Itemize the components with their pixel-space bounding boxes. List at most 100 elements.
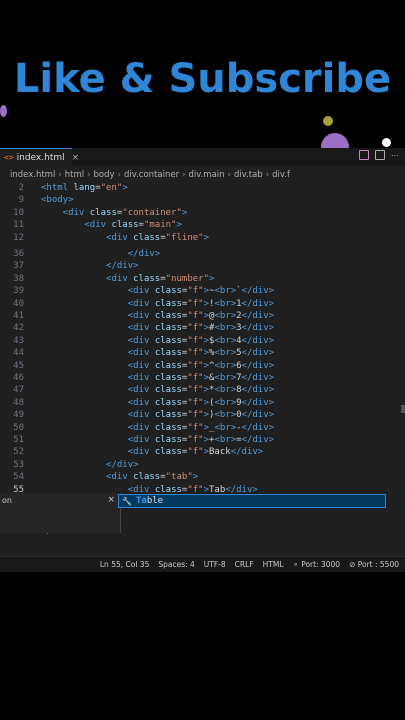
line-number: 42: [13, 323, 24, 334]
status-port2[interactable]: ⊘ Port : 5500: [349, 560, 399, 569]
line-number: 39: [13, 286, 24, 297]
code-line[interactable]: 12 <div class="fline">: [0, 232, 405, 244]
code-line[interactable]: 39 <div class="f">~<br>`</div>: [0, 285, 405, 297]
code-line[interactable]: 38 <div class="number">: [0, 273, 405, 285]
decor-dot-olive: [323, 116, 333, 126]
line-number: 46: [13, 373, 24, 383]
status-port[interactable]: ⚬ Port: 3000: [293, 560, 341, 569]
line-number: 45: [13, 360, 24, 371]
breadcrumb-separator-icon: ›: [182, 170, 186, 180]
code-text: <div class="fline">: [106, 232, 209, 243]
breadcrumb-item[interactable]: html: [65, 170, 84, 180]
line-number: 53: [13, 459, 24, 470]
code-text: <div class="container">: [62, 207, 188, 218]
status-language[interactable]: HTML: [263, 560, 284, 569]
code-text: <div class="f">Back</div>: [127, 447, 264, 458]
code-text: <div class="tab">: [106, 472, 199, 483]
breadcrumb-separator-icon: ›: [87, 170, 91, 180]
code-line[interactable]: 51 <div class="f">+<br>=</div>: [0, 434, 405, 446]
status-eol[interactable]: CRLF: [235, 560, 254, 569]
line-number: 10: [13, 207, 24, 218]
breadcrumb-separator-icon: ›: [265, 170, 270, 180]
status-spaces[interactable]: Spaces: 4: [158, 560, 194, 569]
line-number: 54: [13, 472, 24, 483]
overlay-title: Like & Subscribe: [13, 56, 392, 102]
status-encoding[interactable]: UTF-8: [204, 560, 226, 569]
scrollbar-thumb[interactable]: [401, 405, 405, 413]
line-number: 11: [13, 220, 24, 231]
code-line[interactable]: 54 <div class="tab">: [0, 471, 405, 483]
code-line[interactable]: 9 <body>: [0, 194, 405, 206]
status-position[interactable]: Ln 55, Col 35: [100, 560, 149, 569]
editor-actions: …: [359, 150, 401, 160]
code-line[interactable]: 42 <div class="f">#<br>3</div>: [0, 322, 405, 334]
code-line[interactable]: 53 </div>: [0, 459, 405, 471]
line-number: 2: [18, 183, 24, 193]
line-number: 38: [13, 273, 24, 284]
decor-dot-small: [0, 105, 7, 117]
code-icon: <>: [4, 153, 14, 162]
completion-match: Ta: [135, 496, 147, 506]
breadcrumb-item[interactable]: body: [94, 170, 115, 180]
breadcrumb-item[interactable]: index.html: [10, 170, 55, 180]
line-number: 40: [13, 298, 24, 309]
suggest-text: on: [2, 496, 12, 505]
wrench-icon: 🔧: [122, 496, 132, 506]
code-editor-window: <> index.html × … index.html › html › body › d…: [0, 148, 405, 572]
code-text: <div class="f">_<br>-</div>: [127, 422, 275, 433]
line-number: 52: [13, 447, 24, 458]
code-line[interactable]: 52 <div class="f">Back</div>: [0, 446, 405, 458]
code-line[interactable]: 40 <div class="f">!<br>1</div>: [0, 298, 405, 310]
tab-index-html[interactable]: <> index.html ×: [0, 148, 79, 166]
code-text: <div class="main">: [84, 220, 182, 231]
code-line[interactable]: 43 <div class="f">$<br>4</div>: [0, 335, 405, 347]
breadcrumb-separator-icon: ›: [117, 170, 121, 180]
code-line[interactable]: 46 <div class="f">&<br>7</div>: [0, 372, 405, 384]
code-line[interactable]: 36 </div>: [0, 248, 405, 260]
line-number: 48: [13, 397, 24, 408]
code-line[interactable]: 2 <html lang="en">: [0, 182, 405, 194]
breadcrumb-item[interactable]: div.main: [188, 170, 224, 180]
breadcrumb-separator-icon: ›: [227, 170, 231, 180]
no-entry-icon: ⊘: [349, 560, 356, 569]
tab-bar: <> index.html × …: [0, 148, 405, 166]
decor-dot-white: [382, 138, 391, 147]
close-icon[interactable]: ×: [72, 153, 80, 163]
line-number: 9: [18, 195, 24, 206]
code-text: <div class="f">)<br>0</div>: [127, 410, 275, 421]
code-text: <div class="f">*<br>8</div>: [127, 385, 275, 396]
more-icon[interactable]: …: [391, 150, 401, 160]
line-number: 43: [13, 335, 24, 346]
breadcrumb: index.html › html › body › div.container › div.m…: [0, 168, 405, 182]
code-line[interactable]: 11 <div class="main">: [0, 219, 405, 231]
breadcrumb-item[interactable]: div.tab: [234, 170, 263, 180]
code-line[interactable]: 49 <div class="f">)<br>0</div>: [0, 409, 405, 421]
code-text: <div class="f">(<br>9</div>: [127, 397, 275, 408]
close-icon[interactable]: ×: [107, 495, 115, 505]
code-line[interactable]: 37 </div>: [0, 260, 405, 272]
line-number: 44: [13, 348, 24, 359]
code-text: <div class="f">!<br>1</div>: [127, 298, 275, 309]
code-text: <div class="f">%<br>5</div>: [127, 348, 275, 359]
code-line[interactable]: 44 <div class="f">%<br>5</div>: [0, 347, 405, 359]
line-number: 47: [13, 385, 24, 396]
line-number: 36: [13, 249, 24, 259]
code-line[interactable]: 48 <div class="f">(<br>9</div>: [0, 397, 405, 409]
line-number: 51: [13, 435, 24, 445]
layout-icon[interactable]: [375, 150, 385, 160]
tab-label: index.html: [16, 152, 65, 163]
split-editor-icon[interactable]: [359, 150, 369, 160]
code-line[interactable]: 47 <div class="f">*<br>8</div>: [0, 384, 405, 396]
breadcrumb-item[interactable]: div.container: [124, 170, 179, 180]
code-line[interactable]: 10 <div class="container">: [0, 207, 405, 219]
code-line[interactable]: 50 <div class="f">_<br>-</div>: [0, 422, 405, 434]
code-text: <div class="f">^<br>6</div>: [127, 360, 275, 371]
breadcrumb-separator-icon: ›: [58, 170, 62, 180]
line-number: 49: [13, 410, 24, 421]
completion-rest: ble: [146, 496, 164, 506]
code-line[interactable]: 41 <div class="f">@<br>2</div>: [0, 310, 405, 322]
completion-item-table[interactable]: 🔧 Table: [118, 494, 386, 508]
breadcrumb-item[interactable]: div.f: [272, 170, 290, 180]
code-line[interactable]: 45 <div class="f">^<br>6</div>: [0, 360, 405, 372]
code-text: <div class="number">: [106, 273, 215, 284]
